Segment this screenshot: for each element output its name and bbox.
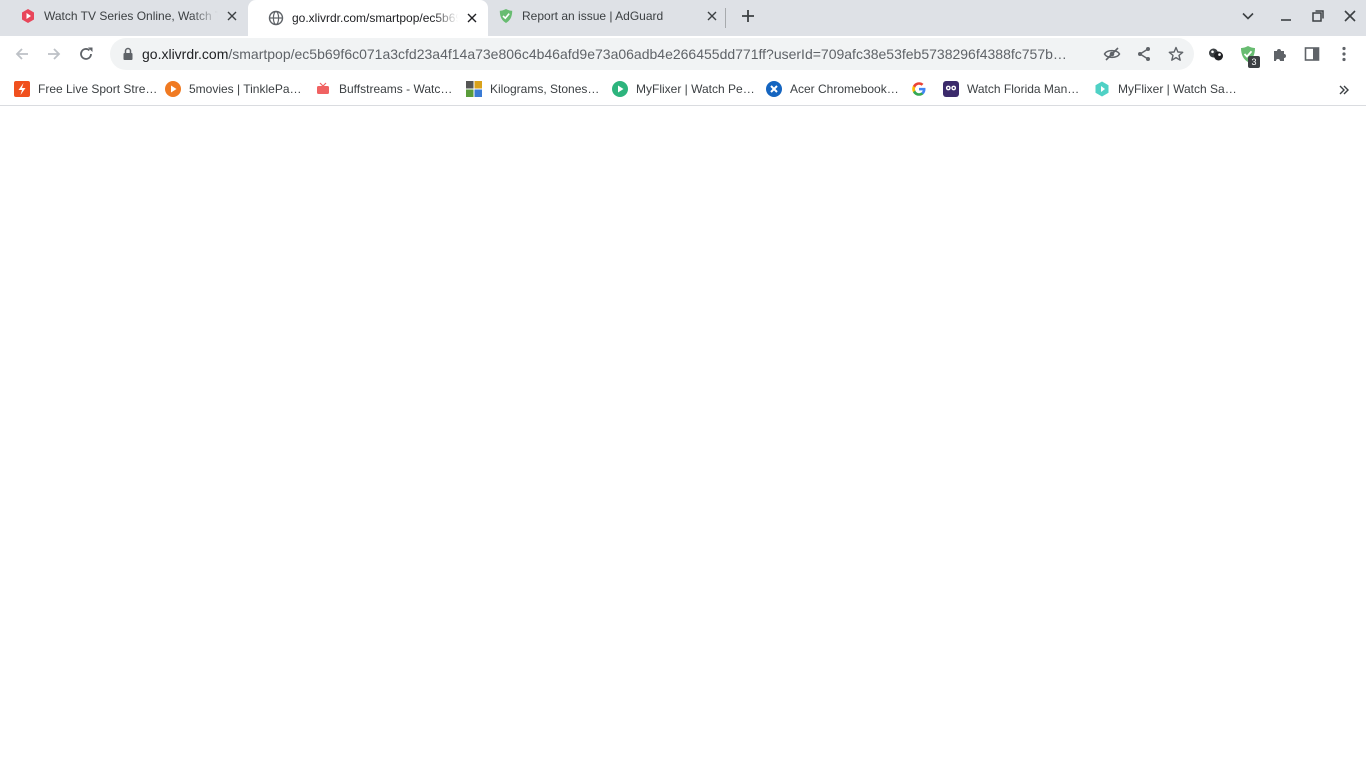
- restore-icon: [1312, 10, 1324, 22]
- orange-lightning-icon: [14, 81, 30, 97]
- url-host: go.xlivrdr.com: [142, 46, 229, 62]
- back-button[interactable]: [8, 40, 36, 68]
- bookmark-label: 5movies | TinklePa…: [189, 82, 302, 96]
- bookmark-label: Buffstreams - Watc…: [339, 82, 453, 96]
- puzzle-icon: [1272, 46, 1288, 62]
- bookmark-google[interactable]: [905, 78, 931, 100]
- adguard-shield-icon: [498, 8, 514, 24]
- tab-adguard-report[interactable]: Report an issue | AdGuard: [478, 0, 728, 32]
- bookmark-label: MyFlixer | Watch Pe…: [636, 82, 755, 96]
- url-path: /smartpop/ec5b69f6c071a3cfd23a4f14a73e80…: [228, 46, 1067, 62]
- bookmark-label: Watch Florida Man…: [967, 82, 1080, 96]
- tab-strip: Watch TV Series Online, Watch TV Series …: [0, 0, 1366, 36]
- green-play-icon: [612, 81, 628, 97]
- browser-toolbar: go.xlivrdr.com/smartpop/ec5b69f6c071a3cf…: [0, 36, 1366, 72]
- tab-title: Report an issue | AdGuard: [522, 9, 664, 23]
- browser-menu-button[interactable]: [1330, 40, 1358, 68]
- close-window-button[interactable]: [1338, 4, 1362, 28]
- chevron-double-right-icon: [1339, 85, 1349, 95]
- arrow-right-icon: [46, 46, 62, 62]
- bookmark-myflixer-sa[interactable]: MyFlixer | Watch Sa…: [1088, 78, 1239, 100]
- side-panel-icon: [1304, 46, 1320, 62]
- new-tab-button[interactable]: [736, 4, 760, 28]
- bookmark-label: MyFlixer | Watch Sa…: [1118, 82, 1237, 96]
- bookmark-acer-chromebook[interactable]: Acer Chromebook…: [760, 78, 901, 100]
- calculator-grid-icon: [466, 81, 482, 97]
- lock-icon[interactable]: [120, 46, 136, 62]
- restore-button[interactable]: [1306, 4, 1330, 28]
- chevron-down-icon: [1242, 12, 1254, 20]
- red-tv-icon: [315, 81, 331, 97]
- address-bar[interactable]: go.xlivrdr.com/smartpop/ec5b69f6c071a3cf…: [110, 38, 1194, 70]
- side-panel-button[interactable]: [1298, 40, 1326, 68]
- close-icon: [1344, 10, 1356, 22]
- tab-search-button[interactable]: [1236, 4, 1260, 28]
- eye-off-icon[interactable]: [1102, 44, 1122, 64]
- reload-icon: [78, 46, 94, 62]
- bookmarks-bar: Free Live Sport Stre… 5movies | TinklePa…: [0, 72, 1366, 106]
- tab-title: go.xlivrdr.com/smartpop/ec5b69f6c071a3cf…: [292, 11, 458, 25]
- teal-gear-icon: [1094, 81, 1110, 97]
- reload-button[interactable]: [72, 40, 100, 68]
- bookmark-buffstreams[interactable]: Buffstreams - Watc…: [309, 78, 454, 100]
- bookmark-5movies[interactable]: 5movies | TinklePa…: [159, 78, 304, 100]
- share-icon[interactable]: [1134, 44, 1154, 64]
- minimize-button[interactable]: [1274, 4, 1298, 28]
- arrow-left-icon: [14, 46, 30, 62]
- tab-title: Watch TV Series Online, Watch TV Series …: [44, 9, 218, 23]
- extension-badge: 3: [1248, 56, 1260, 68]
- close-tab-icon[interactable]: [702, 6, 722, 26]
- more-bookmarks-button[interactable]: [1334, 80, 1354, 100]
- plus-icon: [741, 9, 755, 23]
- purple-owl-icon: [943, 81, 959, 97]
- tab-xlivrdr[interactable]: go.xlivrdr.com/smartpop/ec5b69f6c071a3cf…: [248, 0, 488, 36]
- orange-play-icon: [165, 81, 181, 97]
- more-vert-icon: [1342, 46, 1346, 62]
- minimize-icon: [1280, 10, 1292, 22]
- globe-icon: [268, 10, 284, 26]
- bookmark-kilograms-stones[interactable]: Kilograms, Stones…: [460, 78, 601, 100]
- bookmark-free-live-sport[interactable]: Free Live Sport Stre…: [8, 78, 159, 100]
- close-tab-icon[interactable]: [222, 6, 242, 26]
- page-content: [0, 107, 1366, 768]
- bookmark-myflixer-pe[interactable]: MyFlixer | Watch Pe…: [606, 78, 757, 100]
- extensions-menu-button[interactable]: [1266, 40, 1294, 68]
- forward-button[interactable]: [40, 40, 68, 68]
- extension-button[interactable]: [1202, 40, 1230, 68]
- red-hexagon-icon: [20, 8, 36, 24]
- star-icon[interactable]: [1166, 44, 1186, 64]
- url-text[interactable]: go.xlivrdr.com/smartpop/ec5b69f6c071a3cf…: [142, 46, 1094, 62]
- bookmark-label: Acer Chromebook…: [790, 82, 899, 96]
- bookmark-watch-florida-man[interactable]: Watch Florida Man…: [937, 78, 1081, 100]
- google-g-icon: [911, 81, 927, 97]
- tab-separator: [725, 8, 726, 28]
- bookmark-label: Free Live Sport Stre…: [38, 82, 158, 96]
- bookmark-label: Kilograms, Stones…: [490, 82, 600, 96]
- billiard-balls-icon: [1207, 45, 1225, 63]
- blue-x-icon: [766, 81, 782, 97]
- tab-watch-tv-series[interactable]: Watch TV Series Online, Watch TV Series …: [0, 0, 248, 32]
